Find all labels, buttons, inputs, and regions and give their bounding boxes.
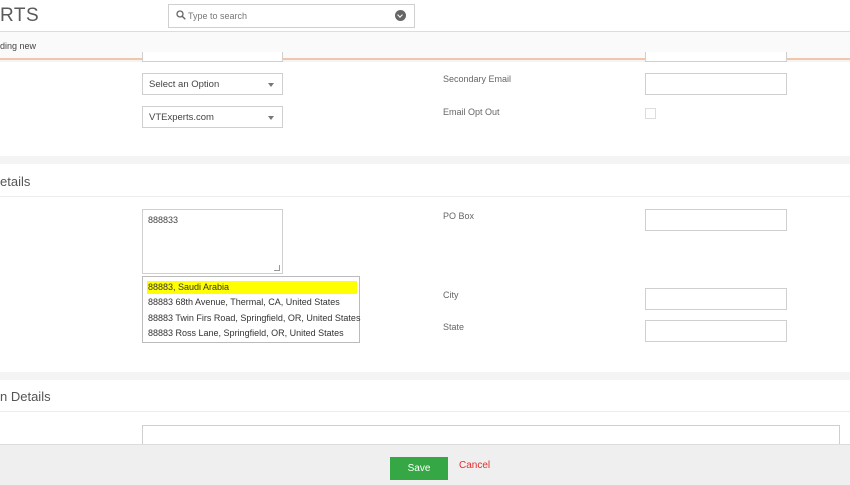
secondary-email-field[interactable] [645,73,787,95]
page-subtitle: ding new [0,41,37,51]
search-icon [176,10,186,20]
select-value: VTExperts.com [149,112,214,123]
top-header: RTS [0,0,850,32]
city-label: City [443,290,459,300]
section-address-details: etails 888833 PO Box City State [0,164,850,372]
search-input[interactable] [188,7,388,25]
section-title: n Details [0,389,51,404]
form-footer: Save Cancel [0,444,850,485]
po-box-label: PO Box [443,211,475,221]
address-autocomplete-list: 88883, Saudi Arabia 88883 68th Avenue, T… [142,276,360,343]
caret-down-icon [268,116,274,120]
section-contact-info: Select an Option Secondary Email VTExper… [0,52,850,156]
save-button[interactable]: Save [390,457,448,480]
street-textarea[interactable]: 888833 [142,209,283,274]
vtexperts-select[interactable]: VTExperts.com [142,106,283,128]
suggestion-item[interactable]: 88883 68th Avenue, Thermal, CA, United S… [147,296,357,309]
secondary-email-label: Secondary Email [443,74,512,84]
section-description-details: n Details [0,380,850,455]
previous-input-right[interactable] [645,52,787,62]
global-search[interactable] [168,4,415,28]
option-select[interactable]: Select an Option [142,73,283,95]
suggestion-item[interactable]: 88883 Twin Firs Road, Springfield, OR, U… [147,312,360,325]
cancel-link[interactable]: Cancel [459,460,490,471]
state-field[interactable] [645,320,787,342]
suggestion-item[interactable]: 88883, Saudi Arabia [147,281,357,294]
previous-input-left[interactable] [142,52,283,62]
resize-handle-icon[interactable] [274,265,280,271]
caret-down-icon [268,83,274,87]
suggestion-item[interactable]: 88883 Ross Lane, Springfield, OR, United… [147,327,357,340]
po-box-field[interactable] [645,209,787,231]
section-title: etails [0,174,31,189]
street-value: 888833 [148,215,179,225]
email-opt-out-label: Email Opt Out [443,107,500,117]
select-value: Select an Option [149,79,220,90]
divider [0,411,850,412]
chevron-down-icon[interactable] [395,10,406,21]
state-label: State [443,322,465,332]
email-opt-out-checkbox[interactable] [645,108,656,119]
app-logo[interactable]: RTS [0,5,39,27]
city-field[interactable] [645,288,787,310]
divider [0,196,850,197]
